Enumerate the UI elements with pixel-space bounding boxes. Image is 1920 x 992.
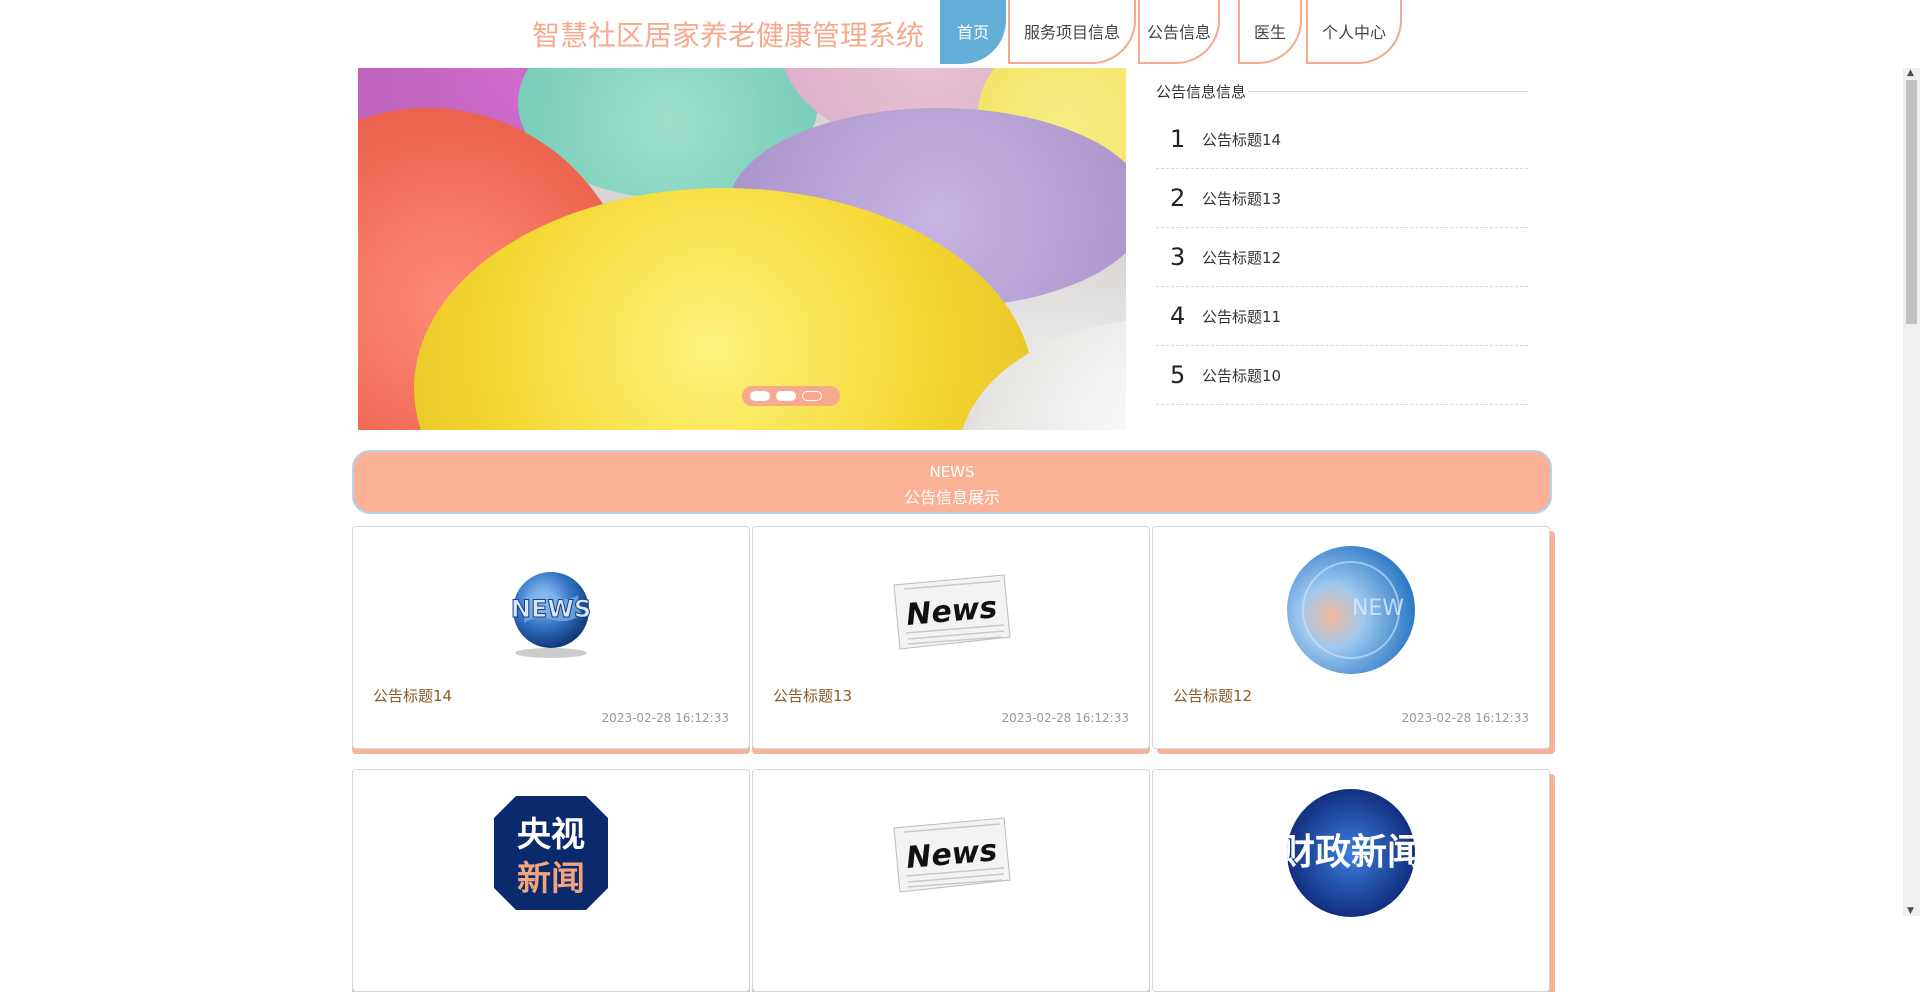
carousel-dot[interactable]: [776, 391, 796, 401]
news-card[interactable]: News: [752, 769, 1150, 992]
digital-globe-icon: NEW: [1287, 546, 1415, 674]
news-card[interactable]: NEW 公告标题12 2023-02-28 16:12:33: [1152, 526, 1550, 749]
notice-panel-title: 公告信息信息: [1156, 82, 1247, 101]
notice-panel: 公告信息信息 1 公告标题14 2 公告标题13 3 公告标题12 4 公告标题…: [1156, 80, 1528, 405]
notice-list-item[interactable]: 2 公告标题13: [1156, 169, 1528, 228]
page-scrollbar[interactable]: ▲ ▼: [1903, 68, 1920, 916]
news-banner-cn: 公告信息展示: [903, 488, 1000, 507]
svg-text:NEW: NEW: [1352, 596, 1404, 621]
news-card[interactable]: News 公告标题13 2023-02-28 16:12:33: [752, 526, 1150, 749]
svg-text:NEWS: NEWS: [511, 595, 591, 623]
notice-title[interactable]: 公告标题13: [1202, 188, 1281, 209]
finance-logo-text: 财政新闻: [1286, 832, 1416, 873]
news-section-banner: NEWS 公告信息展示: [352, 450, 1552, 514]
scroll-down-icon[interactable]: ▼: [1907, 906, 1914, 916]
cctv-logo-text-top: 央视: [517, 815, 585, 855]
news-card-date: 2023-02-28 16:12:33: [1001, 711, 1129, 725]
notice-panel-header: 公告信息信息: [1156, 80, 1528, 102]
news-card-title[interactable]: 公告标题12: [1173, 685, 1252, 706]
newspaper-icon: News: [893, 817, 1011, 893]
notice-rank: 3: [1170, 243, 1186, 271]
divider: [1248, 90, 1528, 92]
scrollbar-thumb[interactable]: [1906, 80, 1917, 324]
notice-rank: 2: [1170, 184, 1186, 212]
notice-rank: 5: [1170, 361, 1186, 389]
news-banner-en: NEWS: [929, 463, 975, 481]
notice-list-item[interactable]: 3 公告标题12: [1156, 228, 1528, 287]
nav-doctor[interactable]: 医生: [1238, 0, 1302, 64]
news-card[interactable]: NEWS 公告标题14 2023-02-28 16:12:33: [352, 526, 750, 749]
newspaper-icon: News: [893, 574, 1011, 650]
carousel-dot-active[interactable]: [802, 391, 822, 401]
cctv-logo-text-bottom: 新闻: [517, 859, 585, 899]
notice-rank: 4: [1170, 302, 1186, 330]
site-title: 智慧社区居家养老健康管理系统: [532, 19, 925, 52]
nav-service-items[interactable]: 服务项目信息: [1008, 0, 1136, 64]
news-card-date: 2023-02-28 16:12:33: [601, 711, 729, 725]
nav-home[interactable]: 首页: [940, 0, 1006, 64]
nav-personal-center[interactable]: 个人中心: [1306, 0, 1402, 64]
notice-rank: 1: [1170, 125, 1186, 153]
globe-news-icon: NEWS: [510, 572, 592, 658]
notice-title[interactable]: 公告标题12: [1202, 247, 1281, 268]
nav-notices[interactable]: 公告信息: [1138, 0, 1220, 64]
notice-title[interactable]: 公告标题10: [1202, 365, 1281, 386]
notice-list-item[interactable]: 1 公告标题14: [1156, 110, 1528, 169]
news-card-date: 2023-02-28 16:12:33: [1401, 711, 1529, 725]
banner-carousel[interactable]: [358, 68, 1126, 430]
notice-list-item[interactable]: 4 公告标题11: [1156, 287, 1528, 346]
notice-title[interactable]: 公告标题14: [1202, 129, 1281, 150]
notice-title[interactable]: 公告标题11: [1202, 306, 1281, 327]
scroll-up-icon[interactable]: ▲: [1907, 68, 1914, 78]
cctv-news-logo: 央视 新闻: [494, 796, 608, 910]
notice-list-item[interactable]: 5 公告标题10: [1156, 346, 1528, 405]
news-card[interactable]: 财政新闻: [1152, 769, 1550, 992]
news-card-title[interactable]: 公告标题13: [773, 685, 852, 706]
carousel-indicators: [742, 386, 840, 406]
carousel-dot[interactable]: [750, 391, 770, 401]
finance-news-logo: 财政新闻: [1286, 789, 1416, 917]
news-card[interactable]: 央视 新闻: [352, 769, 750, 992]
news-card-title[interactable]: 公告标题14: [373, 685, 452, 706]
